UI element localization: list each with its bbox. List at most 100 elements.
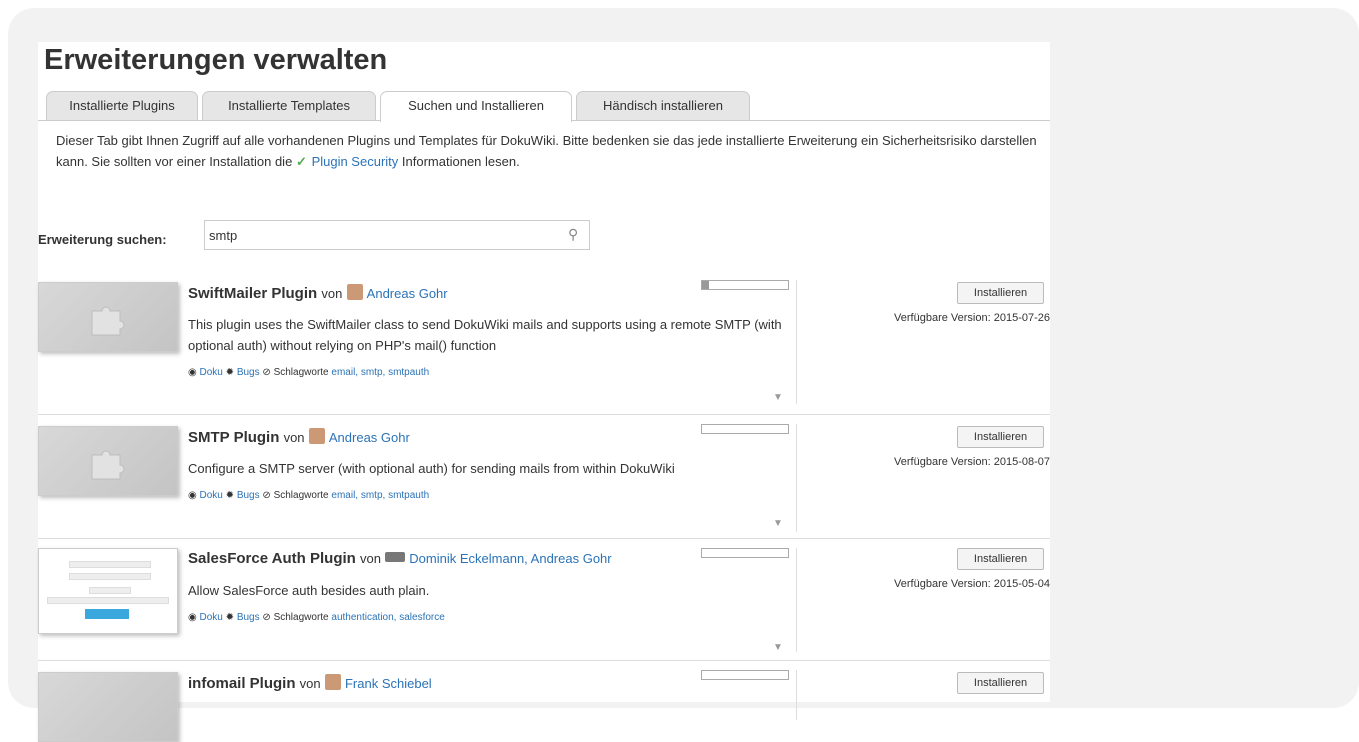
author-link[interactable]: Andreas Gohr	[367, 286, 448, 301]
available-version: Verfügbare Version: 2015-05-04	[894, 578, 1050, 590]
extension-links: ◉ Doku ✹ Bugs ⊘ Schlagworte email, smtp,…	[188, 490, 429, 501]
popularity-bar	[701, 280, 789, 290]
version-value: 2015-05-04	[993, 578, 1050, 590]
extension-description: Configure a SMTP server (with optional a…	[188, 461, 675, 476]
author-link[interactable]: Dominik Eckelmann, Andreas Gohr	[409, 551, 611, 566]
tag-icon: ⊘	[262, 367, 271, 378]
bug-icon: ✹	[225, 490, 235, 501]
column-divider	[796, 424, 797, 532]
extension-title: SwiftMailer Plugin von Andreas Gohr	[188, 284, 448, 302]
chevron-down-icon[interactable]: ▼	[773, 642, 783, 653]
doku-link[interactable]: Doku	[200, 367, 223, 378]
extension-thumbnail[interactable]	[38, 426, 178, 496]
search-label: Erweiterung suchen:	[38, 232, 167, 247]
extension-item: SwiftMailer Plugin von Andreas Gohr This…	[38, 274, 1050, 415]
globe-icon: ◉	[188, 490, 197, 501]
doku-link[interactable]: Doku	[200, 490, 223, 501]
tab-bar: Installierte Plugins Installierte Templa…	[38, 91, 1050, 122]
author-avatar	[346, 284, 363, 300]
bugs-link[interactable]: Bugs	[237, 367, 260, 378]
doku-link[interactable]: Doku	[200, 612, 223, 623]
page-title: Erweiterungen verwalten	[44, 44, 388, 76]
install-button[interactable]: Installieren	[957, 282, 1044, 304]
tags-label: Schlagworte	[273, 612, 329, 623]
screenshot-field	[89, 587, 131, 594]
install-button[interactable]: Installieren	[957, 548, 1044, 570]
puzzle-icon	[91, 306, 125, 336]
extension-item: SMTP Plugin von Andreas Gohr Configure a…	[38, 414, 1050, 539]
chevron-down-icon[interactable]: ▼	[773, 392, 783, 403]
puzzle-icon	[91, 450, 125, 480]
bug-icon: ✹	[225, 367, 235, 378]
window-frame: Erweiterungen verwalten Installierte Plu…	[8, 8, 1359, 742]
bugs-link[interactable]: Bugs	[237, 612, 260, 623]
author-avatar	[324, 674, 341, 690]
search-input[interactable]	[204, 220, 590, 250]
screenshot-field	[69, 573, 151, 580]
tags-link[interactable]: authentication, salesforce	[331, 612, 444, 623]
extension-screenshot[interactable]	[38, 548, 178, 634]
tag-icon: ⊘	[262, 490, 271, 501]
install-button[interactable]: Installieren	[957, 672, 1044, 694]
extension-name: SwiftMailer Plugin	[188, 285, 318, 302]
extension-description: Allow SalesForce auth besides auth plain…	[188, 583, 430, 598]
tags-link[interactable]: email, smtp, smtpauth	[331, 490, 429, 501]
extension-name: SalesForce Auth Plugin	[188, 550, 356, 567]
search-row: Erweiterung suchen: ⚲	[38, 220, 1050, 262]
available-version: Verfügbare Version: 2015-07-26	[894, 312, 1050, 324]
version-value: 2015-07-26	[993, 312, 1050, 324]
tags-link[interactable]: email, smtp, smtpauth	[331, 367, 429, 378]
intro-text-after: Informationen lesen.	[401, 154, 520, 169]
by-label: von	[359, 551, 381, 566]
extension-thumbnail[interactable]	[38, 282, 178, 352]
popularity-fill	[702, 281, 709, 289]
author-avatar	[385, 552, 406, 562]
plugin-security-link[interactable]: Plugin Security	[312, 154, 399, 169]
tag-icon: ⊘	[262, 612, 271, 623]
author-link[interactable]: Andreas Gohr	[329, 430, 410, 445]
screenshot-button	[85, 609, 129, 619]
popularity-bar	[701, 424, 789, 434]
bug-icon: ✹	[225, 612, 235, 623]
tab-installed-plugins[interactable]: Installierte Plugins	[46, 91, 198, 120]
search-icon[interactable]: ⚲	[568, 226, 578, 243]
author-avatar	[308, 428, 325, 444]
extension-name: SMTP Plugin	[188, 429, 280, 446]
tab-search-install[interactable]: Suchen und Installieren	[380, 91, 572, 122]
version-value: 2015-08-07	[993, 456, 1050, 468]
tags-label: Schlagworte	[273, 367, 329, 378]
by-label: von	[299, 676, 321, 691]
globe-icon: ◉	[188, 612, 197, 623]
screenshot-field	[69, 561, 151, 568]
version-label: Verfügbare Version:	[894, 312, 991, 324]
extension-item: SalesForce Auth Plugin von Dominik Eckel…	[38, 538, 1050, 661]
column-divider	[796, 280, 797, 404]
chevron-down-icon[interactable]: ▼	[773, 518, 783, 529]
author-link[interactable]: Frank Schiebel	[345, 676, 432, 691]
bugs-link[interactable]: Bugs	[237, 490, 260, 501]
extension-title: SMTP Plugin von Andreas Gohr	[188, 428, 410, 446]
popularity-bar	[701, 670, 789, 680]
tab-installed-templates[interactable]: Installierte Templates	[202, 91, 376, 120]
tab-manual-install[interactable]: Händisch installieren	[576, 91, 750, 120]
extension-thumbnail[interactable]	[38, 672, 178, 742]
by-label: von	[321, 286, 343, 301]
extension-manager: Erweiterungen verwalten Installierte Plu…	[38, 42, 1050, 742]
extension-name: infomail Plugin	[188, 675, 296, 692]
version-label: Verfügbare Version:	[894, 456, 991, 468]
extension-links: ◉ Doku ✹ Bugs ⊘ Schlagworte email, smtp,…	[188, 367, 429, 378]
version-label: Verfügbare Version:	[894, 578, 991, 590]
intro-text: Dieser Tab gibt Ihnen Zugriff auf alle v…	[56, 130, 1046, 172]
column-divider	[796, 548, 797, 652]
by-label: von	[283, 430, 305, 445]
screenshot-field	[47, 597, 169, 604]
extension-description: This plugin uses the SwiftMailer class t…	[188, 317, 782, 353]
column-divider	[796, 670, 797, 720]
available-version: Verfügbare Version: 2015-08-07	[894, 456, 1050, 468]
extension-links: ◉ Doku ✹ Bugs ⊘ Schlagworte authenticati…	[188, 612, 445, 623]
install-button[interactable]: Installieren	[957, 426, 1044, 448]
extension-title: infomail Plugin von Frank Schiebel	[188, 674, 432, 692]
tags-label: Schlagworte	[273, 490, 329, 501]
intro-text-before: Dieser Tab gibt Ihnen Zugriff auf alle v…	[56, 133, 1037, 169]
security-icon: ✓	[295, 154, 307, 169]
